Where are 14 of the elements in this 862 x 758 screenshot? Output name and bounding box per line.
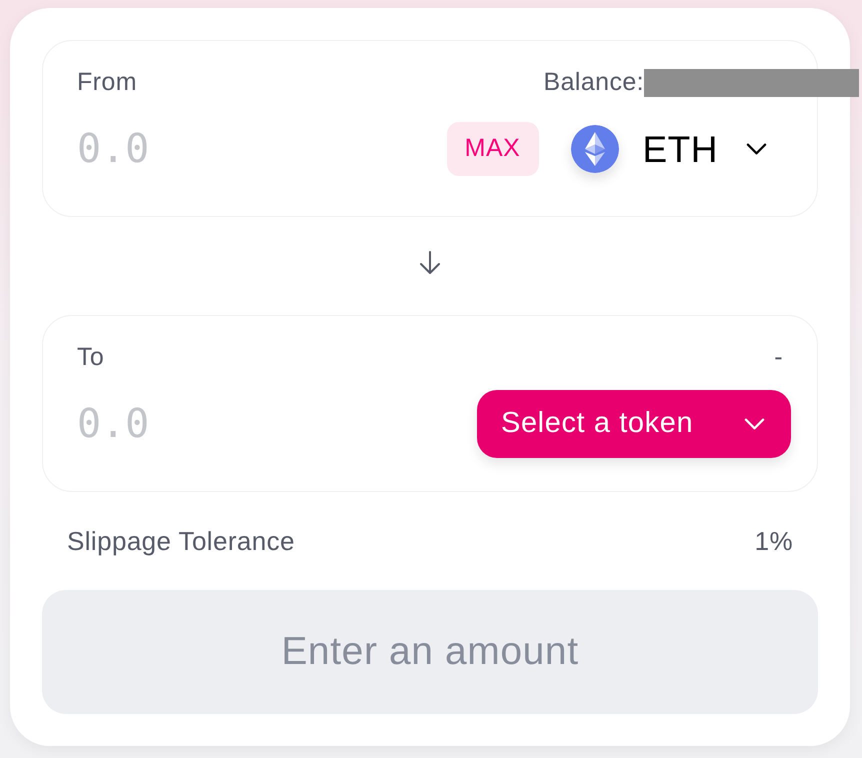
panel-label: To [77,342,104,374]
balance-label: Balance: [544,67,644,98]
amount-input[interactable]: 0.0 [77,121,277,177]
diamond-coin-icon [570,125,618,173]
panel-label: From [77,67,137,98]
max-button[interactable]: MAX [446,122,538,176]
slippage-label: Slippage Tolerance [67,524,295,558]
chevron-down-icon [746,143,767,155]
slippage-value: 1% [754,524,793,558]
select-token-button[interactable]: Select a token [477,390,791,458]
amount-input[interactable]: 0.0 [77,396,277,452]
balance-label: - [774,342,783,374]
chevron-down-icon [744,418,765,430]
arrow-down-icon[interactable] [419,251,441,275]
